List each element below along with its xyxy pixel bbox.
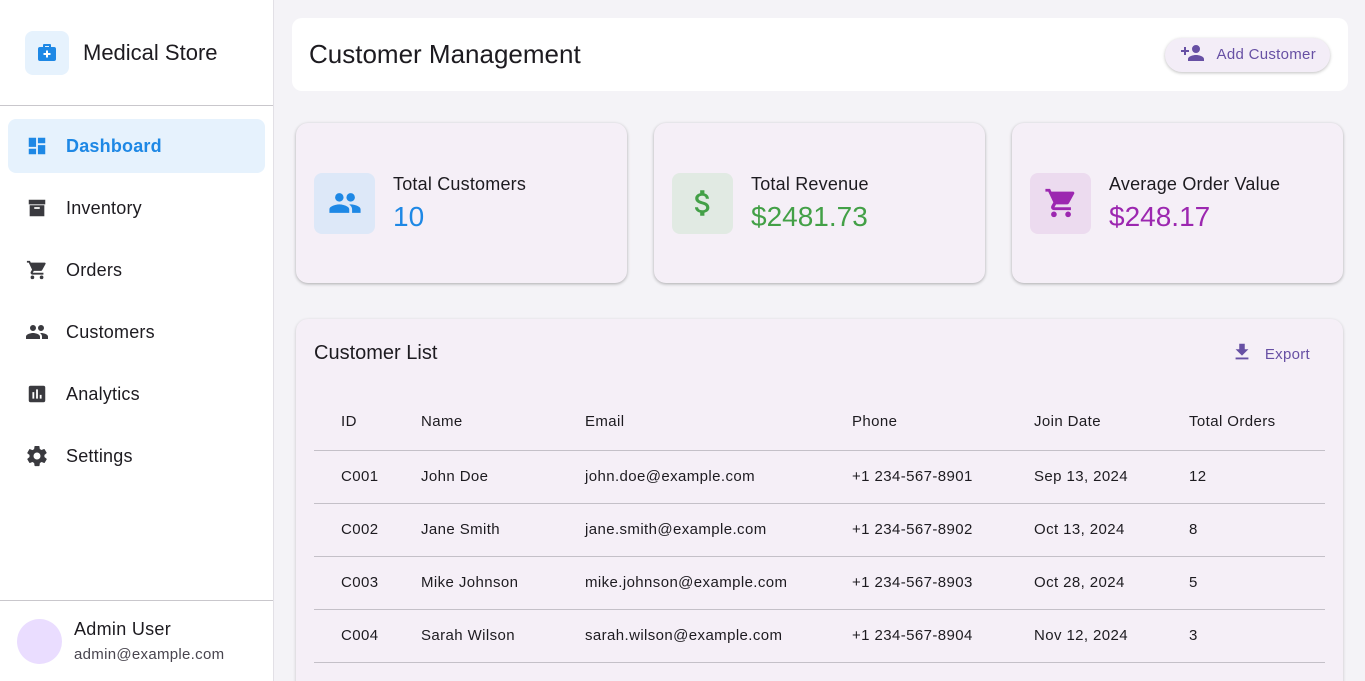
user-name: Admin User <box>74 619 172 639</box>
cell-phone: +1 234-567-8903 <box>852 556 1034 610</box>
stat-card-total-customers: Total Customers 10 <box>296 123 627 283</box>
stat-value: 10 <box>393 200 425 232</box>
stat-label: Average Order Value <box>1109 173 1281 194</box>
customer-table: ID Name Email Phone Join Date Total Orde… <box>314 393 1325 663</box>
sidebar-item-label: Customers <box>66 321 155 342</box>
table-row[interactable]: C002 Jane Smith jane.smith@example.com +… <box>314 503 1325 557</box>
table-header-row: ID Name Email Phone Join Date Total Orde… <box>314 393 1325 451</box>
stat-label: Total Revenue <box>751 173 869 194</box>
cell-id: C003 <box>314 556 421 610</box>
stat-value: $248.17 <box>1109 200 1211 232</box>
column-header[interactable]: Email <box>585 393 852 451</box>
page-title: Customer Management <box>309 39 581 69</box>
sidebar: Medical Store Dashboard Inventory Orders… <box>0 0 274 681</box>
sidebar-item-label: Settings <box>66 445 133 466</box>
brand-name: Medical Store <box>83 39 218 65</box>
sidebar-item-label: Orders <box>66 259 123 280</box>
gear-icon <box>25 444 49 468</box>
medical-bag-icon <box>25 30 69 75</box>
cell-total-orders: 5 <box>1189 556 1325 610</box>
sidebar-item-label: Dashboard <box>66 135 162 156</box>
table-row[interactable]: C003 Mike Johnson mike.johnson@example.c… <box>314 556 1325 610</box>
stat-value: $2481.73 <box>751 200 868 232</box>
analytics-icon <box>25 382 49 406</box>
stat-label: Total Customers <box>393 173 527 194</box>
cell-join-date: Nov 12, 2024 <box>1034 609 1189 663</box>
cell-total-orders: 3 <box>1189 609 1325 663</box>
download-icon <box>1231 341 1253 367</box>
person-add-icon <box>1180 43 1207 67</box>
cell-name: Jane Smith <box>421 503 585 557</box>
page-header: Customer Management Add Customer <box>292 18 1348 91</box>
cell-id: C004 <box>314 609 421 663</box>
sidebar-item-customers[interactable]: Customers <box>8 305 265 359</box>
column-header[interactable]: Phone <box>852 393 1034 451</box>
cell-total-orders: 8 <box>1189 503 1325 557</box>
cell-id: C001 <box>314 450 421 504</box>
sidebar-item-analytics[interactable]: Analytics <box>8 367 265 421</box>
user-email: admin@example.com <box>74 646 225 663</box>
stat-card-average-order-value: Average Order Value $248.17 <box>1012 123 1343 283</box>
export-button[interactable]: Export <box>1231 341 1310 367</box>
dollar-icon <box>672 172 733 234</box>
sidebar-item-settings[interactable]: Settings <box>8 429 265 483</box>
avatar <box>17 618 62 664</box>
column-header[interactable]: Join Date <box>1034 393 1189 451</box>
dashboard-icon <box>25 134 49 158</box>
sidebar-item-label: Analytics <box>66 383 140 404</box>
cell-email: john.doe@example.com <box>585 450 852 504</box>
table-row[interactable]: C001 John Doe john.doe@example.com +1 23… <box>314 450 1325 504</box>
customer-list-title: Customer List <box>314 342 438 364</box>
cell-name: Sarah Wilson <box>421 609 585 663</box>
cell-join-date: Oct 28, 2024 <box>1034 556 1189 610</box>
cell-id: C002 <box>314 503 421 557</box>
sidebar-nav: Dashboard Inventory Orders Customers Ana… <box>0 106 273 483</box>
cell-phone: +1 234-567-8904 <box>852 609 1034 663</box>
sidebar-item-inventory[interactable]: Inventory <box>8 181 265 235</box>
cell-email: mike.johnson@example.com <box>585 556 852 610</box>
table-row[interactable]: C004 Sarah Wilson sarah.wilson@example.c… <box>314 609 1325 663</box>
cell-join-date: Sep 13, 2024 <box>1034 450 1189 504</box>
stat-card-total-revenue: Total Revenue $2481.73 <box>654 123 985 283</box>
brand: Medical Store <box>0 0 273 106</box>
column-header[interactable]: ID <box>314 393 421 451</box>
cell-total-orders: 12 <box>1189 450 1325 504</box>
column-header[interactable]: Total Orders <box>1189 393 1325 451</box>
cell-name: John Doe <box>421 450 585 504</box>
sidebar-item-orders[interactable]: Orders <box>8 243 265 297</box>
add-customer-button[interactable]: Add Customer <box>1164 37 1330 72</box>
customer-list-card: Customer List Export ID Name Email Phone… <box>296 319 1343 681</box>
people-icon <box>314 172 375 234</box>
user-profile[interactable]: Admin User admin@example.com <box>0 600 273 681</box>
sidebar-item-dashboard[interactable]: Dashboard <box>8 119 265 173</box>
cell-email: sarah.wilson@example.com <box>585 609 852 663</box>
people-icon <box>25 320 49 344</box>
archive-icon <box>25 196 49 220</box>
cell-join-date: Oct 13, 2024 <box>1034 503 1189 557</box>
cart-icon <box>25 258 49 282</box>
sidebar-item-label: Inventory <box>66 197 142 218</box>
cell-phone: +1 234-567-8901 <box>852 450 1034 504</box>
cart-icon <box>1030 172 1091 234</box>
cell-phone: +1 234-567-8902 <box>852 503 1034 557</box>
cell-email: jane.smith@example.com <box>585 503 852 557</box>
cell-name: Mike Johnson <box>421 556 585 610</box>
export-label: Export <box>1264 345 1310 363</box>
add-customer-label: Add Customer <box>1216 46 1316 63</box>
column-header[interactable]: Name <box>421 393 585 451</box>
